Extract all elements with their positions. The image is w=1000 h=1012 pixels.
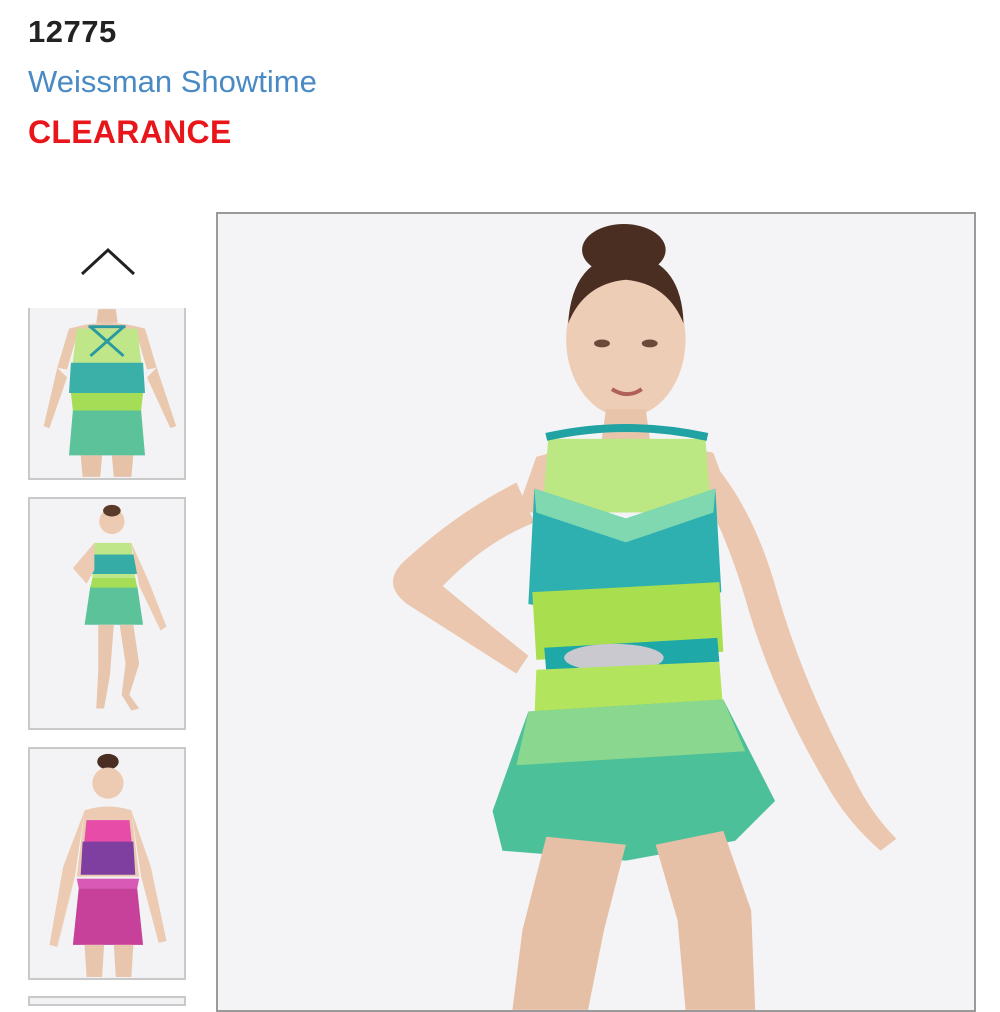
chevron-up-icon xyxy=(80,247,136,276)
main-product-image[interactable] xyxy=(216,212,976,1012)
thumbnail-front-full-view[interactable] xyxy=(28,497,186,730)
thumbnail-image xyxy=(30,749,184,978)
product-sku: 12775 xyxy=(28,14,117,49)
thumbnail-image xyxy=(30,499,184,728)
thumbnail-partial[interactable] xyxy=(28,996,186,1006)
thumbnail-scroll-up-button[interactable] xyxy=(78,244,138,278)
main-product-illustration xyxy=(218,214,974,1010)
brand-link[interactable]: Weissman Showtime xyxy=(28,64,317,100)
thumbnail-back-view[interactable] xyxy=(28,308,186,480)
thumbnail-pink-variant[interactable] xyxy=(28,747,186,980)
clearance-badge: CLEARANCE xyxy=(28,114,232,150)
thumbnail-image xyxy=(30,309,184,477)
